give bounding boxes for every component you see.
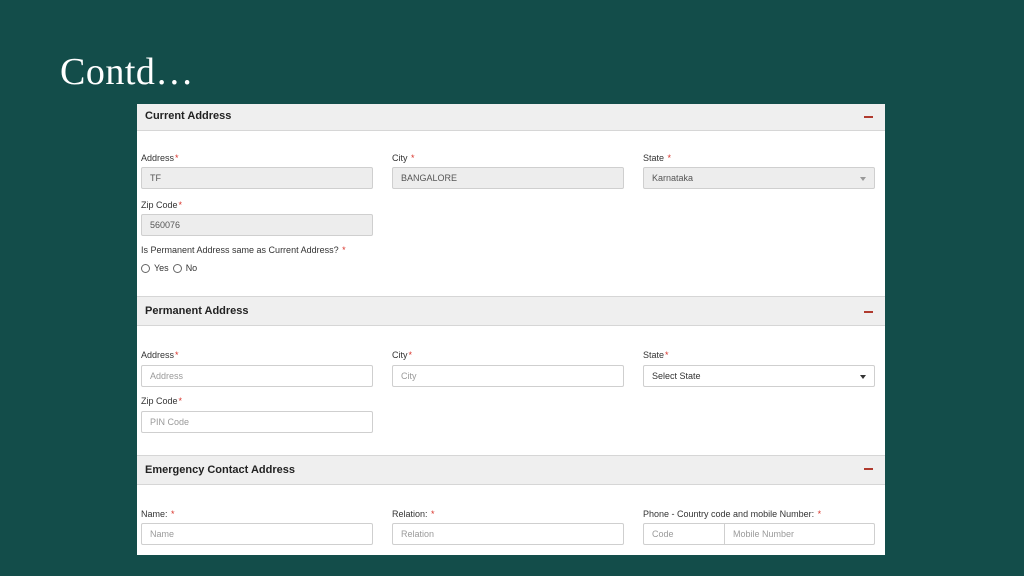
zip-label: Zip Code* <box>141 396 183 406</box>
same-address-question: Is Permanent Address same as Current Add… <box>141 245 346 255</box>
placeholder: Name <box>150 529 175 539</box>
section-title: Emergency Contact Address <box>145 464 295 476</box>
collapse-icon[interactable] <box>864 116 873 118</box>
permanent-address-input[interactable]: Address <box>141 365 373 387</box>
state-label: State * <box>643 153 672 163</box>
name-label: Name: * <box>141 509 175 519</box>
chevron-down-icon <box>860 375 866 379</box>
section-header-emergency-contact[interactable]: Emergency Contact Address <box>137 455 885 485</box>
emergency-name-input[interactable]: Name <box>141 523 373 545</box>
city-label: City* <box>392 350 413 360</box>
no-radio-label[interactable]: No <box>186 263 198 273</box>
section-header-permanent-address[interactable]: Permanent Address <box>137 296 885 326</box>
emergency-relation-input[interactable]: Relation <box>392 523 624 545</box>
slide-title: Contd… <box>60 51 194 93</box>
yes-radio[interactable] <box>141 263 150 273</box>
zip-label: Zip Code* <box>141 200 183 210</box>
current-zip-field[interactable]: 560076 <box>141 214 373 236</box>
selected-state: Karnataka <box>652 173 694 183</box>
placeholder: PIN Code <box>150 417 190 427</box>
no-radio[interactable] <box>172 263 182 273</box>
placeholder: City <box>401 371 417 381</box>
address-label: Address* <box>141 350 179 360</box>
section-title: Permanent Address <box>145 305 249 317</box>
country-code-input[interactable]: Code <box>643 523 725 545</box>
section-header-current-address[interactable]: Current Address <box>137 104 885 131</box>
mobile-number-input[interactable]: Mobile Number <box>724 523 875 545</box>
address-label: Address* <box>141 153 179 163</box>
current-address-field[interactable]: TF <box>141 167 373 189</box>
same-address-radio-group: Yes No <box>141 263 201 273</box>
selected-state: Select State <box>652 371 701 381</box>
section-title: Current Address <box>145 110 232 122</box>
relation-label: Relation: * <box>392 509 435 519</box>
collapse-icon[interactable] <box>864 311 873 313</box>
phone-label: Phone - Country code and mobile Number: … <box>643 509 822 519</box>
current-state-select[interactable]: Karnataka <box>643 167 875 189</box>
city-label: City * <box>392 153 415 163</box>
chevron-down-icon <box>860 177 866 181</box>
permanent-city-input[interactable]: City <box>392 365 624 387</box>
placeholder: Relation <box>401 529 435 539</box>
permanent-state-select[interactable]: Select State <box>643 365 875 387</box>
permanent-zip-input[interactable]: PIN Code <box>141 411 373 433</box>
placeholder: Mobile Number <box>733 529 795 539</box>
address-form: Current Address Address* TF City * BANGA… <box>137 104 885 555</box>
placeholder: Code <box>652 529 674 539</box>
state-label: State* <box>643 350 669 360</box>
placeholder: Address <box>150 371 184 381</box>
yes-radio-label[interactable]: Yes <box>154 263 169 273</box>
current-city-field[interactable]: BANGALORE <box>392 167 624 189</box>
collapse-icon[interactable] <box>864 468 873 470</box>
